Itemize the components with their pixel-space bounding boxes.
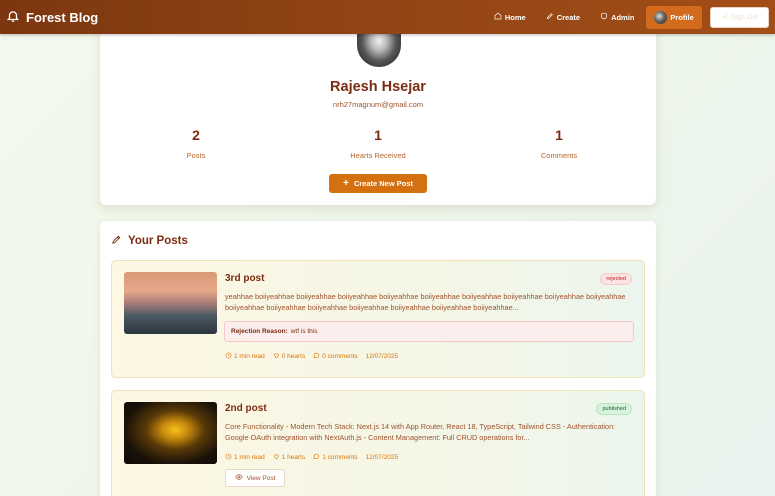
stat-posts-value: 2 <box>192 127 200 143</box>
profile-avatar <box>357 30 401 67</box>
logout-icon <box>721 13 728 22</box>
comments-count: 1 comments <box>313 453 358 462</box>
clock-icon <box>225 352 232 361</box>
stat-posts: 2 Posts <box>121 127 271 160</box>
your-posts-section: Your Posts 3rd post rejected yeahhae boi… <box>100 221 656 496</box>
signout-label: Sign Out <box>730 13 758 21</box>
profile-card: Rajesh Hsejar nrh27magnum@gmail.com 2 Po… <box>100 20 656 205</box>
rejection-label: Rejection Reason: <box>231 328 288 335</box>
post-date: 12/07/2025 <box>365 454 399 461</box>
hearts-count: 1 hearts <box>273 453 306 462</box>
post-excerpt: yeahhae boiiyeahhae boiiyeahhae boiiyeah… <box>225 292 626 312</box>
brand[interactable]: Forest Blog <box>6 9 98 26</box>
read-time: 1 min read <box>225 352 265 361</box>
post-excerpt: Core Functionality - Modern Tech Stack: … <box>225 422 616 442</box>
comment-icon <box>313 453 320 462</box>
bell-logo-icon <box>6 9 20 26</box>
hearts-label: 0 hearts <box>281 353 306 360</box>
stat-hearts-value: 1 <box>374 127 382 143</box>
post-meta: 1 min read 0 hearts 0 comments 12/07/202… <box>225 352 398 361</box>
read-time: 1 min read <box>225 453 265 462</box>
nav-home-label: Home <box>504 12 526 22</box>
pen-tool-icon <box>111 234 122 248</box>
nav-profile[interactable]: Profile <box>646 5 702 29</box>
heart-icon <box>273 453 280 462</box>
plus-icon: + <box>342 177 349 189</box>
heart-icon <box>273 352 280 361</box>
post-thumbnail[interactable] <box>124 402 217 464</box>
nav-home[interactable]: Home <box>486 7 534 27</box>
nav-admin-label: Admin <box>611 12 635 22</box>
post-thumbnail[interactable] <box>124 272 217 334</box>
nav-admin[interactable]: Admin <box>592 7 642 27</box>
shield-icon <box>600 12 608 22</box>
nav-create[interactable]: Create <box>538 7 588 27</box>
stat-hearts: 1 Hearts Received <box>303 127 453 160</box>
rejection-reason: wtf is this <box>290 328 318 335</box>
nav-profile-label: Profile <box>670 12 694 22</box>
nav-create-label: Create <box>556 12 581 22</box>
posts-heading-label: Your Posts <box>128 235 188 247</box>
read-time-label: 1 min read <box>234 454 265 461</box>
comment-icon <box>313 352 320 361</box>
comments-count: 0 comments <box>313 352 358 361</box>
post-meta: 1 min read 1 hearts 1 comments 12/07/202… <box>225 453 398 462</box>
view-post-button[interactable]: View Post <box>225 469 285 487</box>
posts-heading: Your Posts <box>111 234 188 248</box>
profile-name: Rajesh Hsejar <box>330 79 426 95</box>
post-item[interactable]: 3rd post rejected yeahhae boiiyeahhae bo… <box>111 260 645 378</box>
hearts-count: 0 hearts <box>273 352 306 361</box>
brand-name: Forest Blog <box>26 9 99 25</box>
comments-label: 1 comments <box>322 454 358 461</box>
eye-icon <box>234 473 243 483</box>
read-time-label: 1 min read <box>234 353 265 360</box>
create-new-post-label: Create New Post <box>353 179 414 188</box>
status-badge: published <box>596 403 632 415</box>
rejection-reason-box: Rejection Reason: wtf is this <box>224 321 634 342</box>
post-item[interactable]: 2nd post published Core Functionality - … <box>111 390 645 496</box>
stat-comments-value: 1 <box>555 127 563 143</box>
home-icon <box>494 12 502 22</box>
post-title[interactable]: 3rd post <box>225 273 264 284</box>
stat-comments-label: Comments <box>540 151 578 160</box>
nav-links: Home Create Admin Profile Sign Out <box>486 5 769 29</box>
stat-posts-label: Posts <box>186 151 206 160</box>
status-badge: rejected <box>600 273 632 285</box>
profile-email: nrh27magnum@gmail.com <box>332 100 424 109</box>
hearts-label: 1 hearts <box>281 454 306 461</box>
post-date: 12/07/2025 <box>365 353 399 360</box>
comments-label: 0 comments <box>322 353 358 360</box>
stat-hearts-label: Hearts Received <box>350 151 406 160</box>
clock-icon <box>225 453 232 462</box>
navbar: Forest Blog Home Create Admin Profile Si… <box>0 0 775 34</box>
view-post-label: View Post <box>246 474 276 482</box>
stat-comments: 1 Comments <box>484 127 634 160</box>
pen-icon <box>546 12 554 22</box>
signout-button[interactable]: Sign Out <box>709 6 769 28</box>
create-new-post-button[interactable]: + Create New Post <box>329 174 427 193</box>
avatar <box>654 10 668 24</box>
post-title[interactable]: 2nd post <box>225 403 267 414</box>
